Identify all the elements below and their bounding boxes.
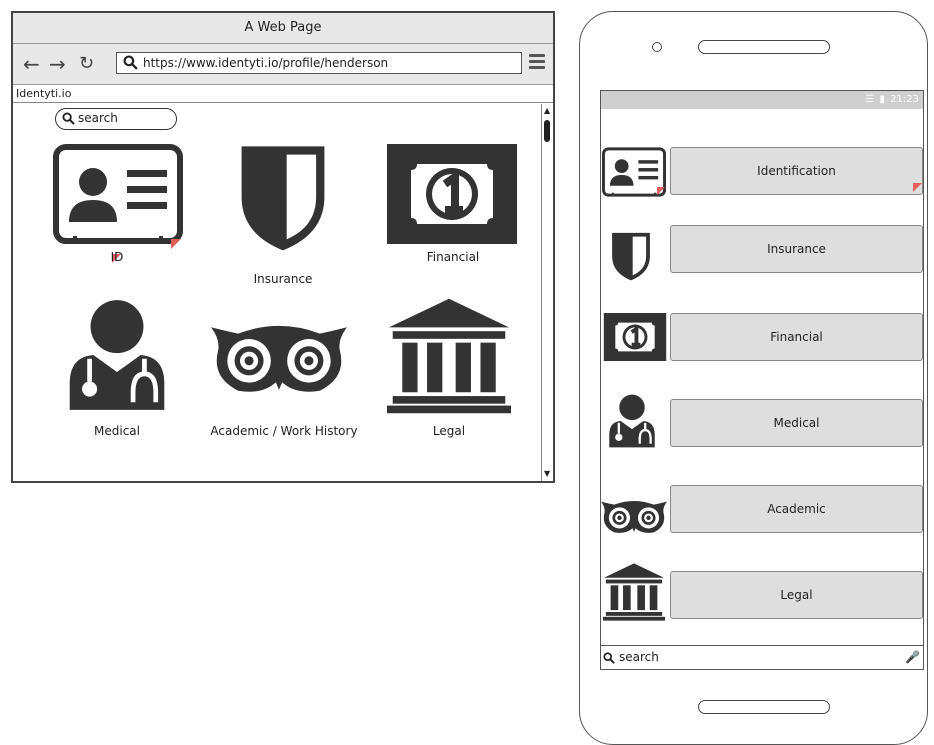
id-card-icon[interactable] [53, 144, 183, 244]
owl-eyes-icon [601, 499, 667, 535]
tile-label-legal[interactable]: Legal [359, 424, 539, 438]
banknote-icon [603, 313, 667, 361]
back-arrow-icon[interactable]: ← [23, 52, 40, 76]
phone-frame: ☰ ▮ 21:23 Identification Insurance Finan… [579, 11, 928, 745]
academic-button[interactable]: Academic [670, 485, 923, 533]
courthouse-icon [603, 563, 665, 621]
doctor-icon [607, 393, 657, 449]
search-input[interactable]: search [55, 108, 177, 130]
cursor-marker-icon [171, 239, 181, 249]
tile-label-insurance[interactable]: Insurance [193, 272, 373, 286]
phone-search-input[interactable]: search 🎤 [601, 645, 923, 669]
cursor-marker-icon [913, 183, 922, 192]
insurance-button[interactable]: Insurance [670, 225, 923, 273]
reload-icon[interactable]: ↻ [79, 52, 94, 76]
tile-label-id[interactable]: ID [27, 250, 207, 264]
status-time: 21:23 [890, 94, 919, 105]
scroll-thumb[interactable] [544, 120, 550, 142]
status-bar: ☰ ▮ 21:23 [601, 91, 923, 109]
financial-button[interactable]: Financial [670, 313, 923, 361]
url-text: https://www.identyti.io/profile/henderso… [143, 56, 389, 70]
shield-icon [610, 229, 652, 283]
tile-label-financial[interactable]: Financial [363, 250, 543, 264]
hamburger-menu-icon[interactable] [529, 54, 545, 70]
scroll-up-icon[interactable]: ▲ [544, 106, 550, 115]
browser-toolbar: ← → ↻ https://www.identyti.io/profile/he… [13, 44, 553, 85]
search-icon [123, 55, 138, 70]
owl-eyes-icon[interactable] [211, 322, 347, 396]
browser-window: A Web Page ← → ↻ https://www.identyti.io… [11, 11, 555, 483]
tile-label-medical[interactable]: Medical [27, 424, 207, 438]
battery-icon: ▮ [879, 94, 887, 105]
search-icon [603, 652, 615, 664]
courthouse-icon[interactable] [387, 298, 511, 414]
phone-screen: ☰ ▮ 21:23 Identification Insurance Finan… [600, 90, 924, 670]
camera-icon [652, 42, 662, 52]
site-name: Identyti.io [13, 85, 553, 103]
wifi-signal-icon: ☰ [865, 94, 877, 105]
window-title: A Web Page [13, 13, 553, 44]
forward-arrow-icon[interactable]: → [49, 52, 66, 76]
shield-icon[interactable] [237, 138, 329, 256]
tile-label-academic[interactable]: Academic / Work History [194, 424, 374, 438]
legal-button[interactable]: Legal [670, 571, 923, 619]
search-icon [62, 112, 75, 125]
banknote-icon[interactable] [387, 144, 517, 244]
medical-button[interactable]: Medical [670, 399, 923, 447]
speaker-slot [698, 40, 830, 54]
home-button[interactable] [698, 700, 830, 714]
vertical-scrollbar[interactable]: ▲ ▼ [541, 104, 553, 481]
scroll-down-icon[interactable]: ▼ [544, 469, 550, 478]
doctor-icon[interactable] [65, 298, 169, 412]
search-placeholder: search [78, 111, 118, 125]
phone-search-placeholder: search [619, 650, 659, 664]
microphone-icon[interactable]: 🎤 [905, 646, 920, 668]
cursor-marker-icon [657, 187, 665, 195]
identification-button[interactable]: Identification [670, 147, 923, 195]
address-bar[interactable]: https://www.identyti.io/profile/henderso… [116, 52, 522, 74]
page-content: search ID Insurance Financial Medical Ac… [13, 104, 541, 481]
